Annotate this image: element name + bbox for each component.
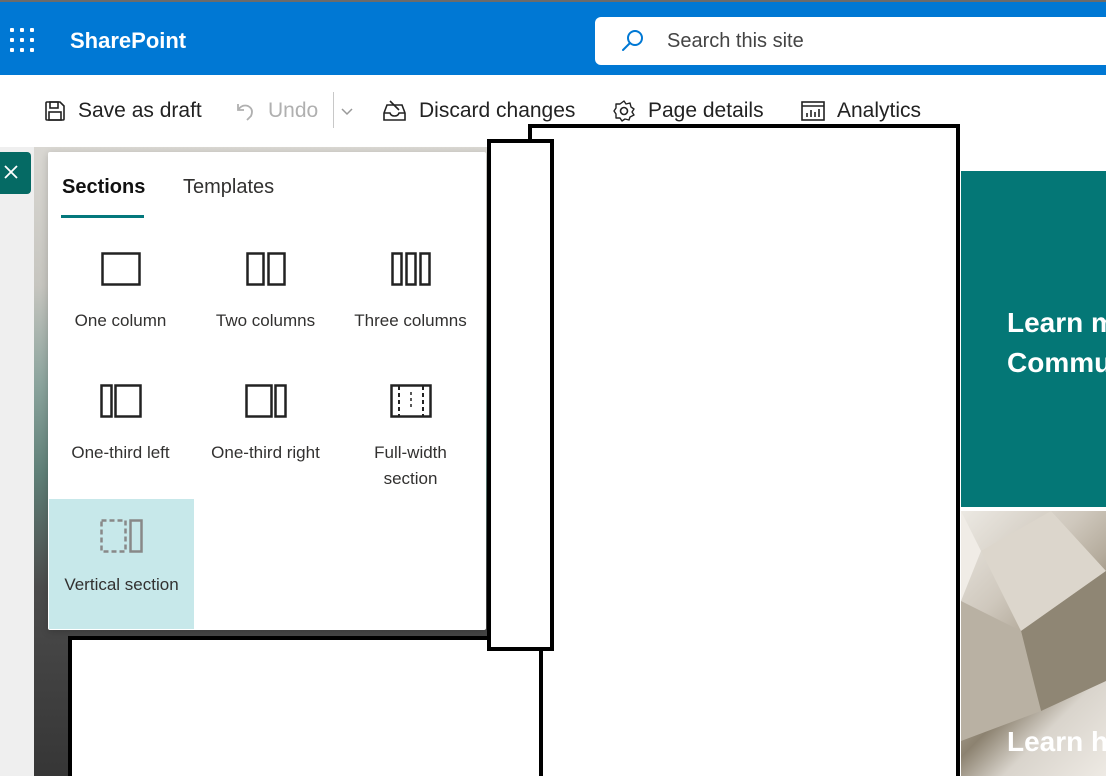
close-icon [4,165,18,179]
save-icon [45,101,65,121]
layout-three-columns[interactable]: Three columns [338,252,483,382]
hero-tile-title: Learn m Commu [1007,303,1106,383]
suite-bar: SharePoint Search this site [0,0,1106,75]
app-launcher-icon[interactable] [10,28,34,52]
undo-icon [237,104,253,121]
hero-tile-title-line: Learn m [1007,307,1106,338]
layout-label-line: Full-width [374,443,447,462]
layout-full-width[interactable]: Full-width section [338,384,483,514]
chevron-down-icon[interactable] [339,103,355,119]
page-details-label: Page details [648,99,764,122]
layout-vertical-section[interactable]: Vertical section [49,499,194,629]
three-columns-icon [390,252,431,286]
layout-label: Full-width section [338,440,483,492]
analytics-icon [801,101,825,121]
layout-one-third-right[interactable]: One-third right [193,384,338,514]
tab-templates[interactable]: Templates [183,176,274,199]
hero-tile-title-line: Commu [1007,347,1106,378]
analytics-label: Analytics [837,99,922,122]
full-width-icon [389,384,432,418]
hero-tile-image-title: Learn h [1007,722,1106,762]
layout-label: Two columns [215,311,316,330]
gear-icon [613,100,635,122]
sharepoint-page-editor: SharePoint Search this site Save as draf… [0,0,1106,776]
redaction-box [528,124,960,776]
layout-label: One-third left [71,443,170,462]
layout-two-columns[interactable]: Two columns [193,252,338,382]
layout-one-third-left[interactable]: One-third left [48,384,193,514]
one-third-right-icon [244,384,287,418]
redaction-box [487,139,554,651]
discard-changes-label: Discard changes [419,99,576,122]
undo-label: Undo [268,99,319,122]
analytics-button[interactable]: Analytics [801,97,921,125]
close-toolbox-button[interactable] [0,152,31,194]
save-as-draft-button[interactable]: Save as draft [44,97,202,125]
layout-label: Three columns [354,311,467,330]
layout-one-column[interactable]: One column [48,252,193,382]
undo-button[interactable]: Undo [234,97,318,125]
one-column-icon [100,252,141,286]
redaction-box [68,636,543,776]
tab-sections[interactable]: Sections [62,176,145,199]
layout-label-line: section [383,469,438,488]
canvas-margin [0,147,34,776]
search-placeholder: Search this site [667,30,804,52]
layout-label: One column [74,311,167,330]
app-brand[interactable]: SharePoint [70,28,186,54]
active-tab-indicator [61,215,144,218]
search-box[interactable]: Search this site [595,17,1106,65]
page-details-button[interactable]: Page details [612,97,764,125]
layout-label: Vertical section [64,575,179,594]
vertical-section-icon [99,519,143,553]
one-third-left-icon [99,384,142,418]
discard-changes-button[interactable]: Discard changes [382,97,575,125]
layout-label: One-third right [211,443,320,462]
section-layout-panel: Sections Templates One column Two column… [48,152,486,630]
discard-icon [383,100,406,121]
two-columns-icon [245,252,286,286]
split-divider [333,92,334,128]
search-icon [622,30,643,51]
hero-tile-image-title-line: Learn h [1007,726,1106,757]
save-as-draft-label: Save as draft [78,99,202,122]
